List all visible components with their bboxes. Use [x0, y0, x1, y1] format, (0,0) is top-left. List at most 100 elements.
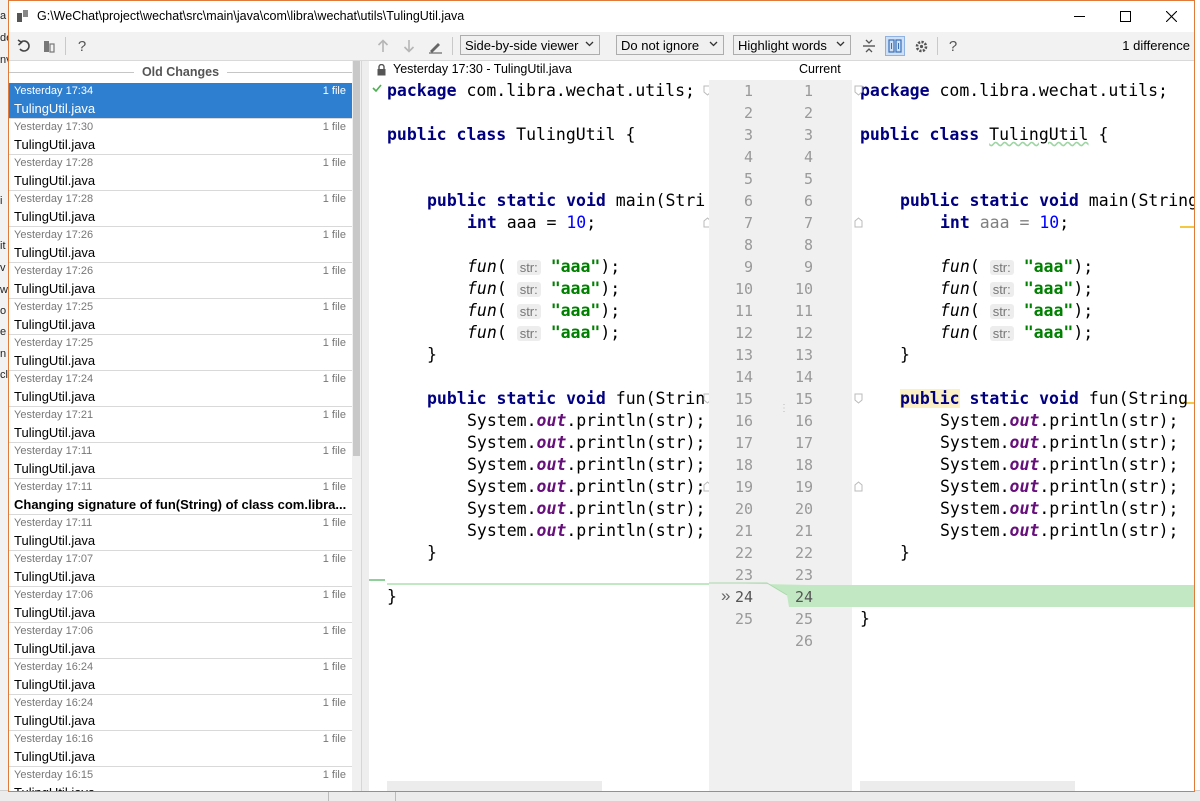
right-line-number: 17	[794, 434, 813, 452]
highlight-select[interactable]: Highlight words	[733, 35, 851, 55]
horizontal-scrollbar[interactable]	[387, 781, 602, 791]
history-item-date: Yesterday 17:11	[14, 517, 93, 529]
collapse-button[interactable]	[859, 36, 879, 56]
code-line: }	[900, 345, 910, 364]
history-item[interactable]: Yesterday 17:26 1 file TulingUtil.java	[9, 263, 352, 299]
settings-button[interactable]	[911, 36, 931, 56]
collapse-icon	[863, 39, 875, 53]
revert-button[interactable]	[14, 36, 34, 56]
left-line-number: 17	[734, 434, 753, 452]
change-marker	[1180, 226, 1194, 228]
history-item[interactable]: Yesterday 17:28 1 file TulingUtil.java	[9, 191, 352, 227]
history-item[interactable]: Yesterday 17:11 1 file TulingUtil.java	[9, 515, 352, 551]
history-item-count: 1 file	[322, 85, 346, 97]
right-line-number: 11	[794, 302, 813, 320]
right-line-number: 12	[794, 324, 813, 342]
history-item-name: TulingUtil.java	[14, 425, 96, 440]
left-line-number: 4	[743, 148, 753, 166]
scroll-thumb[interactable]	[353, 61, 360, 456]
history-item[interactable]: Yesterday 17:30 1 file TulingUtil.java	[9, 119, 352, 155]
delete-button[interactable]	[39, 36, 59, 56]
fold-icon[interactable]	[854, 481, 863, 492]
history-item-count: 1 file	[322, 769, 346, 781]
history-item-date: Yesterday 16:24	[14, 697, 94, 709]
help-icon: ?	[77, 37, 87, 55]
history-item-count: 1 file	[322, 373, 346, 385]
code-line: int aaa = 10;	[940, 213, 1070, 232]
help-button[interactable]: ?	[943, 36, 963, 56]
history-item[interactable]: Yesterday 17:25 1 file TulingUtil.java	[9, 335, 352, 371]
history-item[interactable]: Yesterday 17:21 1 file TulingUtil.java	[9, 407, 352, 443]
history-item-date: Yesterday 16:16	[14, 733, 94, 745]
history-item[interactable]: Yesterday 17:34 1 file TulingUtil.java	[9, 83, 352, 119]
background-app-strip: a de nv i it v w o e n cl	[0, 0, 8, 800]
history-item[interactable]: Yesterday 17:11 1 file TulingUtil.java	[9, 443, 352, 479]
right-line-number: 1	[803, 82, 813, 100]
history-item[interactable]: Yesterday 16:16 1 file TulingUtil.java	[9, 731, 352, 767]
history-item[interactable]: Yesterday 16:24 1 file TulingUtil.java	[9, 695, 352, 731]
fold-icon[interactable]	[854, 217, 863, 228]
background-text: de	[0, 32, 8, 44]
history-item-date: Yesterday 17:28	[14, 157, 94, 169]
sync-scroll-toggle[interactable]	[885, 36, 905, 56]
left-line-number: 3	[743, 126, 753, 144]
code-line: fun( str: "aaa");	[467, 323, 621, 342]
history-item[interactable]: Yesterday 17:26 1 file TulingUtil.java	[9, 227, 352, 263]
chevron-down-icon	[585, 41, 594, 47]
history-scrollbar[interactable]	[352, 61, 361, 791]
minimize-button[interactable]	[1056, 1, 1102, 32]
history-item-count: 1 file	[322, 121, 346, 133]
background-text: n	[0, 348, 7, 360]
history-item[interactable]: Yesterday 17:24 1 file TulingUtil.java	[9, 371, 352, 407]
history-item[interactable]: Yesterday 17:11 1 file Changing signature …	[9, 479, 352, 515]
left-line-number: 5	[743, 170, 753, 188]
history-item[interactable]: Yesterday 17:07 1 file TulingUtil.java	[9, 551, 352, 587]
whitespace-select[interactable]: Do not ignore	[616, 35, 724, 55]
code-line: }	[860, 609, 870, 628]
history-item-name: TulingUtil.java	[14, 461, 96, 476]
history-item[interactable]: Yesterday 17:28 1 file TulingUtil.java	[9, 155, 352, 191]
history-item-date: Yesterday 17:26	[14, 265, 94, 277]
left-line-number: 10	[734, 280, 753, 298]
prev-diff-button[interactable]	[373, 36, 393, 56]
maximize-button[interactable]	[1102, 1, 1148, 32]
delete-icon	[44, 41, 55, 53]
history-item[interactable]: Yesterday 17:06 1 file TulingUtil.java	[9, 587, 352, 623]
left-line-number: 25	[734, 610, 753, 628]
right-line-number: 22	[794, 544, 813, 562]
right-line-number: 9	[803, 258, 813, 276]
history-item[interactable]: Yesterday 16:24 1 file TulingUtil.java	[9, 659, 352, 695]
left-line-number: 15	[734, 390, 753, 408]
history-item[interactable]: Yesterday 17:25 1 file TulingUtil.java	[9, 299, 352, 335]
fold-icon[interactable]	[854, 85, 863, 96]
toolbar-separator	[452, 37, 453, 55]
minimize-icon	[1073, 16, 1085, 17]
close-button[interactable]	[1148, 1, 1194, 32]
horizontal-scrollbar[interactable]	[860, 781, 1075, 791]
edit-button[interactable]	[425, 36, 445, 56]
left-line-number: 20	[734, 500, 753, 518]
history-item-count: 1 file	[322, 301, 346, 313]
fold-icon[interactable]	[854, 393, 863, 404]
left-code-pane[interactable]: package com.libra.wechat.utils; public c…	[369, 80, 709, 791]
left-line-number: 9	[743, 258, 753, 276]
history-item-date: Yesterday 17:21	[14, 409, 94, 421]
right-line-number: 5	[803, 170, 813, 188]
code-line: public static void fun(String	[900, 389, 1189, 408]
right-code-pane[interactable]: package com.libra.wechat.utils; public c…	[852, 80, 1194, 791]
right-line-number: 16	[794, 412, 813, 430]
history-item-count: 1 file	[322, 157, 346, 169]
next-diff-button[interactable]	[399, 36, 419, 56]
left-line-number: 7	[743, 214, 753, 232]
history-item-name: TulingUtil.java	[14, 281, 96, 296]
code-line: }	[427, 543, 437, 562]
history-item[interactable]: Yesterday 17:06 1 file TulingUtil.java	[9, 623, 352, 659]
history-item-count: 1 file	[322, 661, 346, 673]
history-item[interactable]: Yesterday 16:15 1 file TulingUtil.java	[9, 767, 352, 791]
background-text: nv	[0, 54, 8, 66]
help-button[interactable]: ?	[72, 36, 92, 56]
code-line: System.out.println(str);	[940, 521, 1179, 540]
history-item-name: TulingUtil.java	[14, 569, 96, 584]
history-item-name: TulingUtil.java	[14, 353, 96, 368]
viewer-mode-select[interactable]: Side-by-side viewer	[460, 35, 600, 55]
